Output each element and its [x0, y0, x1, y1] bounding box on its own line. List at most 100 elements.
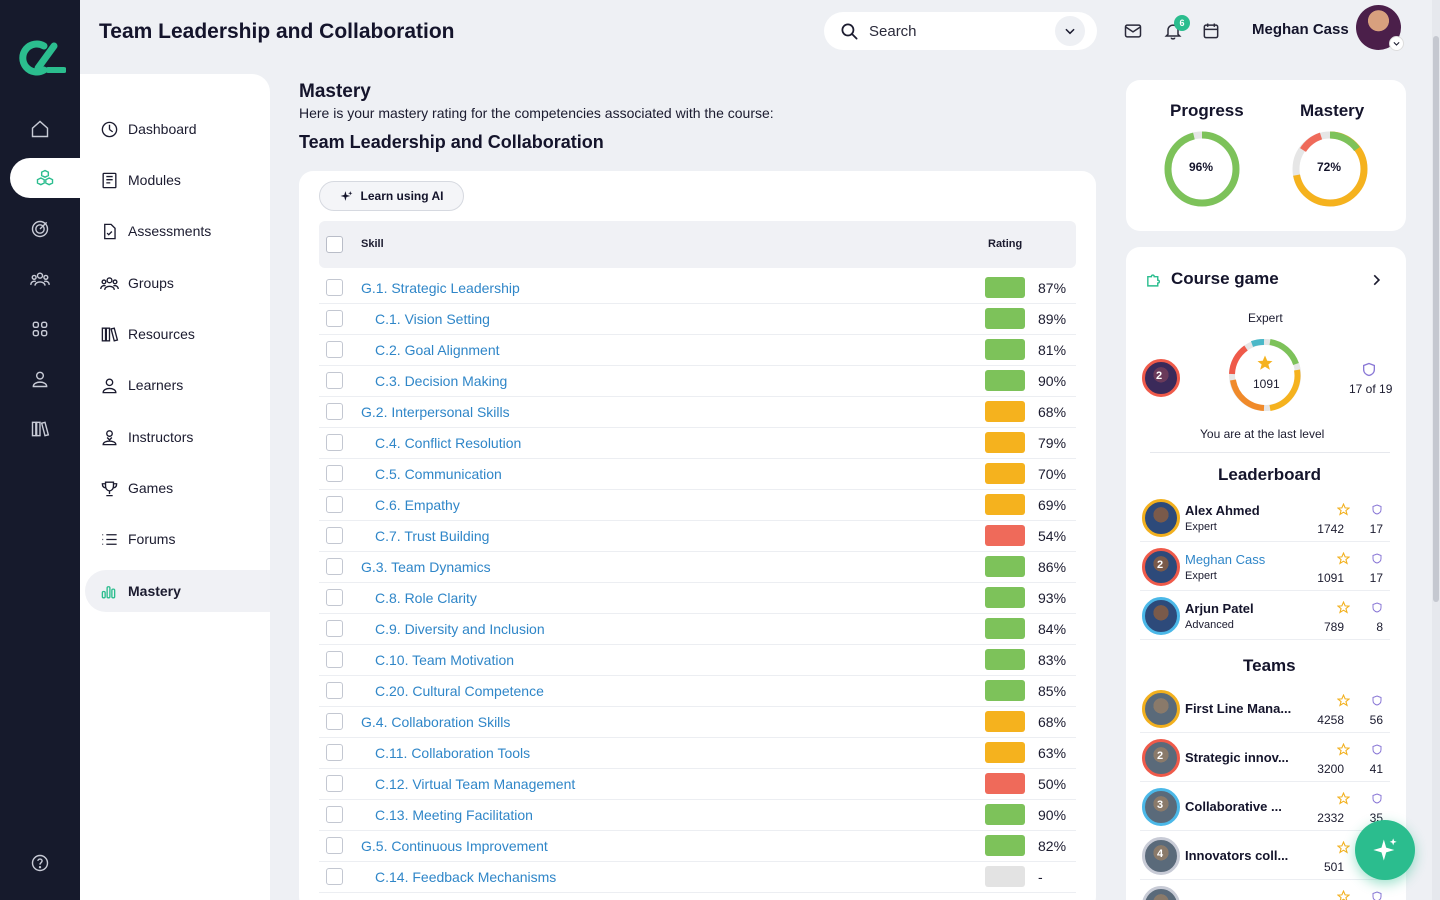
sidebar-item-modules[interactable]: Modules — [85, 159, 270, 201]
icon-rail — [0, 0, 80, 900]
app-logo[interactable] — [14, 38, 66, 78]
leaderboard-name: Alex Ahmed — [1185, 503, 1260, 518]
scrollbar-thumb[interactable] — [1433, 36, 1439, 602]
row-checkbox[interactable] — [326, 775, 343, 792]
rail-home[interactable] — [0, 109, 80, 149]
sidebar-item-forums[interactable]: Forums — [85, 518, 270, 560]
team-points: 3200 — [1317, 762, 1344, 776]
leaderboard-row[interactable]: 2 Meghan Cass Expert 1091 17 — [1140, 543, 1390, 591]
team-row[interactable]: First Line Mana... 4258 56 — [1140, 685, 1390, 733]
skill-link[interactable]: C.13. Meeting Facilitation — [375, 807, 533, 823]
calendar-icon[interactable] — [1201, 21, 1221, 41]
sidebar-item-instructors[interactable]: Instructors — [85, 416, 270, 458]
skill-link[interactable]: G.4. Collaboration Skills — [361, 714, 510, 730]
rail-users[interactable] — [0, 259, 80, 299]
user-menu-toggle[interactable] — [1389, 36, 1404, 51]
skill-link[interactable]: C.6. Empathy — [375, 497, 460, 513]
shield-icon — [1372, 695, 1382, 706]
rating-bar — [985, 835, 1025, 856]
row-checkbox[interactable] — [326, 403, 343, 420]
row-checkbox[interactable] — [326, 682, 343, 699]
row-checkbox[interactable] — [326, 620, 343, 637]
leaderboard-name: Arjun Patel — [1185, 601, 1254, 616]
skill-link[interactable]: C.20. Cultural Competence — [375, 683, 544, 699]
leaderboard-row[interactable]: Alex Ahmed Expert 1742 17 — [1140, 494, 1390, 542]
skill-link[interactable]: C.5. Communication — [375, 466, 502, 482]
skill-link[interactable]: C.11. Collaboration Tools — [375, 745, 530, 761]
search-bar[interactable]: Search — [824, 12, 1097, 50]
row-checkbox[interactable] — [326, 434, 343, 451]
skill-link[interactable]: C.14. Feedback Mechanisms — [375, 869, 556, 885]
row-checkbox[interactable] — [326, 713, 343, 730]
user-name[interactable]: Meghan Cass — [1252, 21, 1349, 38]
team-row[interactable] — [1140, 881, 1390, 900]
table-row: C.4. Conflict Resolution 79% — [319, 428, 1076, 459]
game-level: Expert — [1248, 311, 1283, 325]
row-checkbox[interactable] — [326, 372, 343, 389]
sidebar-item-games[interactable]: Games — [85, 467, 270, 509]
users-icon — [30, 272, 50, 286]
ai-assistant-button[interactable] — [1355, 820, 1415, 880]
rail-grid[interactable] — [0, 309, 80, 349]
sidebar-item-resources[interactable]: Resources — [85, 313, 270, 355]
row-checkbox[interactable] — [326, 806, 343, 823]
skill-link[interactable]: C.10. Team Motivation — [375, 652, 514, 668]
skill-link[interactable]: C.9. Diversity and Inclusion — [375, 621, 545, 637]
row-checkbox[interactable] — [326, 558, 343, 575]
team-row[interactable]: 3 Collaborative ... 2332 35 — [1140, 783, 1390, 831]
skill-link[interactable]: G.2. Interpersonal Skills — [361, 404, 510, 420]
select-all-checkbox[interactable] — [326, 236, 343, 253]
skill-link[interactable]: C.4. Conflict Resolution — [375, 435, 521, 451]
skill-link[interactable]: C.8. Role Clarity — [375, 590, 477, 606]
rail-modules[interactable] — [10, 158, 80, 198]
skill-link[interactable]: C.1. Vision Setting — [375, 311, 490, 327]
skill-link[interactable]: C.12. Virtual Team Management — [375, 776, 575, 792]
rail-target[interactable] — [0, 209, 80, 249]
skill-link[interactable]: G.1. Strategic Leadership — [361, 280, 520, 296]
row-checkbox[interactable] — [326, 589, 343, 606]
sidebar-item-assessments[interactable]: Assessments — [85, 210, 270, 252]
row-checkbox[interactable] — [326, 837, 343, 854]
team-avatar: 3 — [1142, 788, 1180, 826]
row-checkbox[interactable] — [326, 744, 343, 761]
row-checkbox[interactable] — [326, 465, 343, 482]
team-avatar: 4 — [1142, 837, 1180, 875]
sidebar-item-mastery[interactable]: Mastery — [85, 570, 270, 612]
rail-person[interactable] — [0, 359, 80, 399]
sidebar-item-groups[interactable]: Groups — [85, 262, 270, 304]
skill-link[interactable]: G.3. Team Dynamics — [361, 559, 491, 575]
table-row: C.7. Trust Building 54% — [319, 521, 1076, 552]
skill-link[interactable]: C.3. Decision Making — [375, 373, 507, 389]
rail-library[interactable] — [0, 409, 80, 449]
sidebar-item-label: Resources — [128, 326, 195, 342]
rail-help[interactable] — [0, 843, 80, 883]
row-checkbox[interactable] — [326, 310, 343, 327]
instructor-icon — [102, 429, 117, 445]
search-input[interactable]: Search — [869, 23, 1055, 40]
team-avatar: 2 — [1142, 739, 1180, 777]
skill-link[interactable]: C.2. Goal Alignment — [375, 342, 500, 358]
chevron-right-icon[interactable] — [1369, 273, 1383, 287]
row-checkbox[interactable] — [326, 868, 343, 885]
row-checkbox[interactable] — [326, 527, 343, 544]
skill-link[interactable]: C.7. Trust Building — [375, 528, 489, 544]
chevron-down-icon — [1065, 28, 1075, 35]
skill-link[interactable]: G.5. Continuous Improvement — [361, 838, 548, 854]
leaderboard-points: 789 — [1323, 620, 1344, 634]
sidebar-item-dashboard[interactable]: Dashboard — [85, 108, 270, 150]
rating-value: 89% — [1038, 311, 1067, 327]
search-dropdown-button[interactable] — [1055, 16, 1085, 46]
team-row[interactable]: 4 Innovators coll... 501 — [1140, 832, 1390, 880]
learn-using-ai-button[interactable]: Learn using AI — [319, 181, 464, 211]
course-title: Team Leadership and Collaboration — [299, 132, 604, 152]
mail-icon[interactable] — [1123, 21, 1143, 41]
row-checkbox[interactable] — [326, 651, 343, 668]
team-row[interactable]: 2 Strategic innov... 3200 41 — [1140, 734, 1390, 782]
page-scrollbar[interactable] — [1432, 0, 1440, 900]
row-checkbox[interactable] — [326, 341, 343, 358]
row-checkbox[interactable] — [326, 496, 343, 513]
table-row: C.3. Decision Making 90% — [319, 366, 1076, 397]
row-checkbox[interactable] — [326, 279, 343, 296]
sidebar-item-learners[interactable]: Learners — [85, 364, 270, 406]
leaderboard-row[interactable]: Arjun Patel Advanced 789 8 — [1140, 592, 1390, 640]
